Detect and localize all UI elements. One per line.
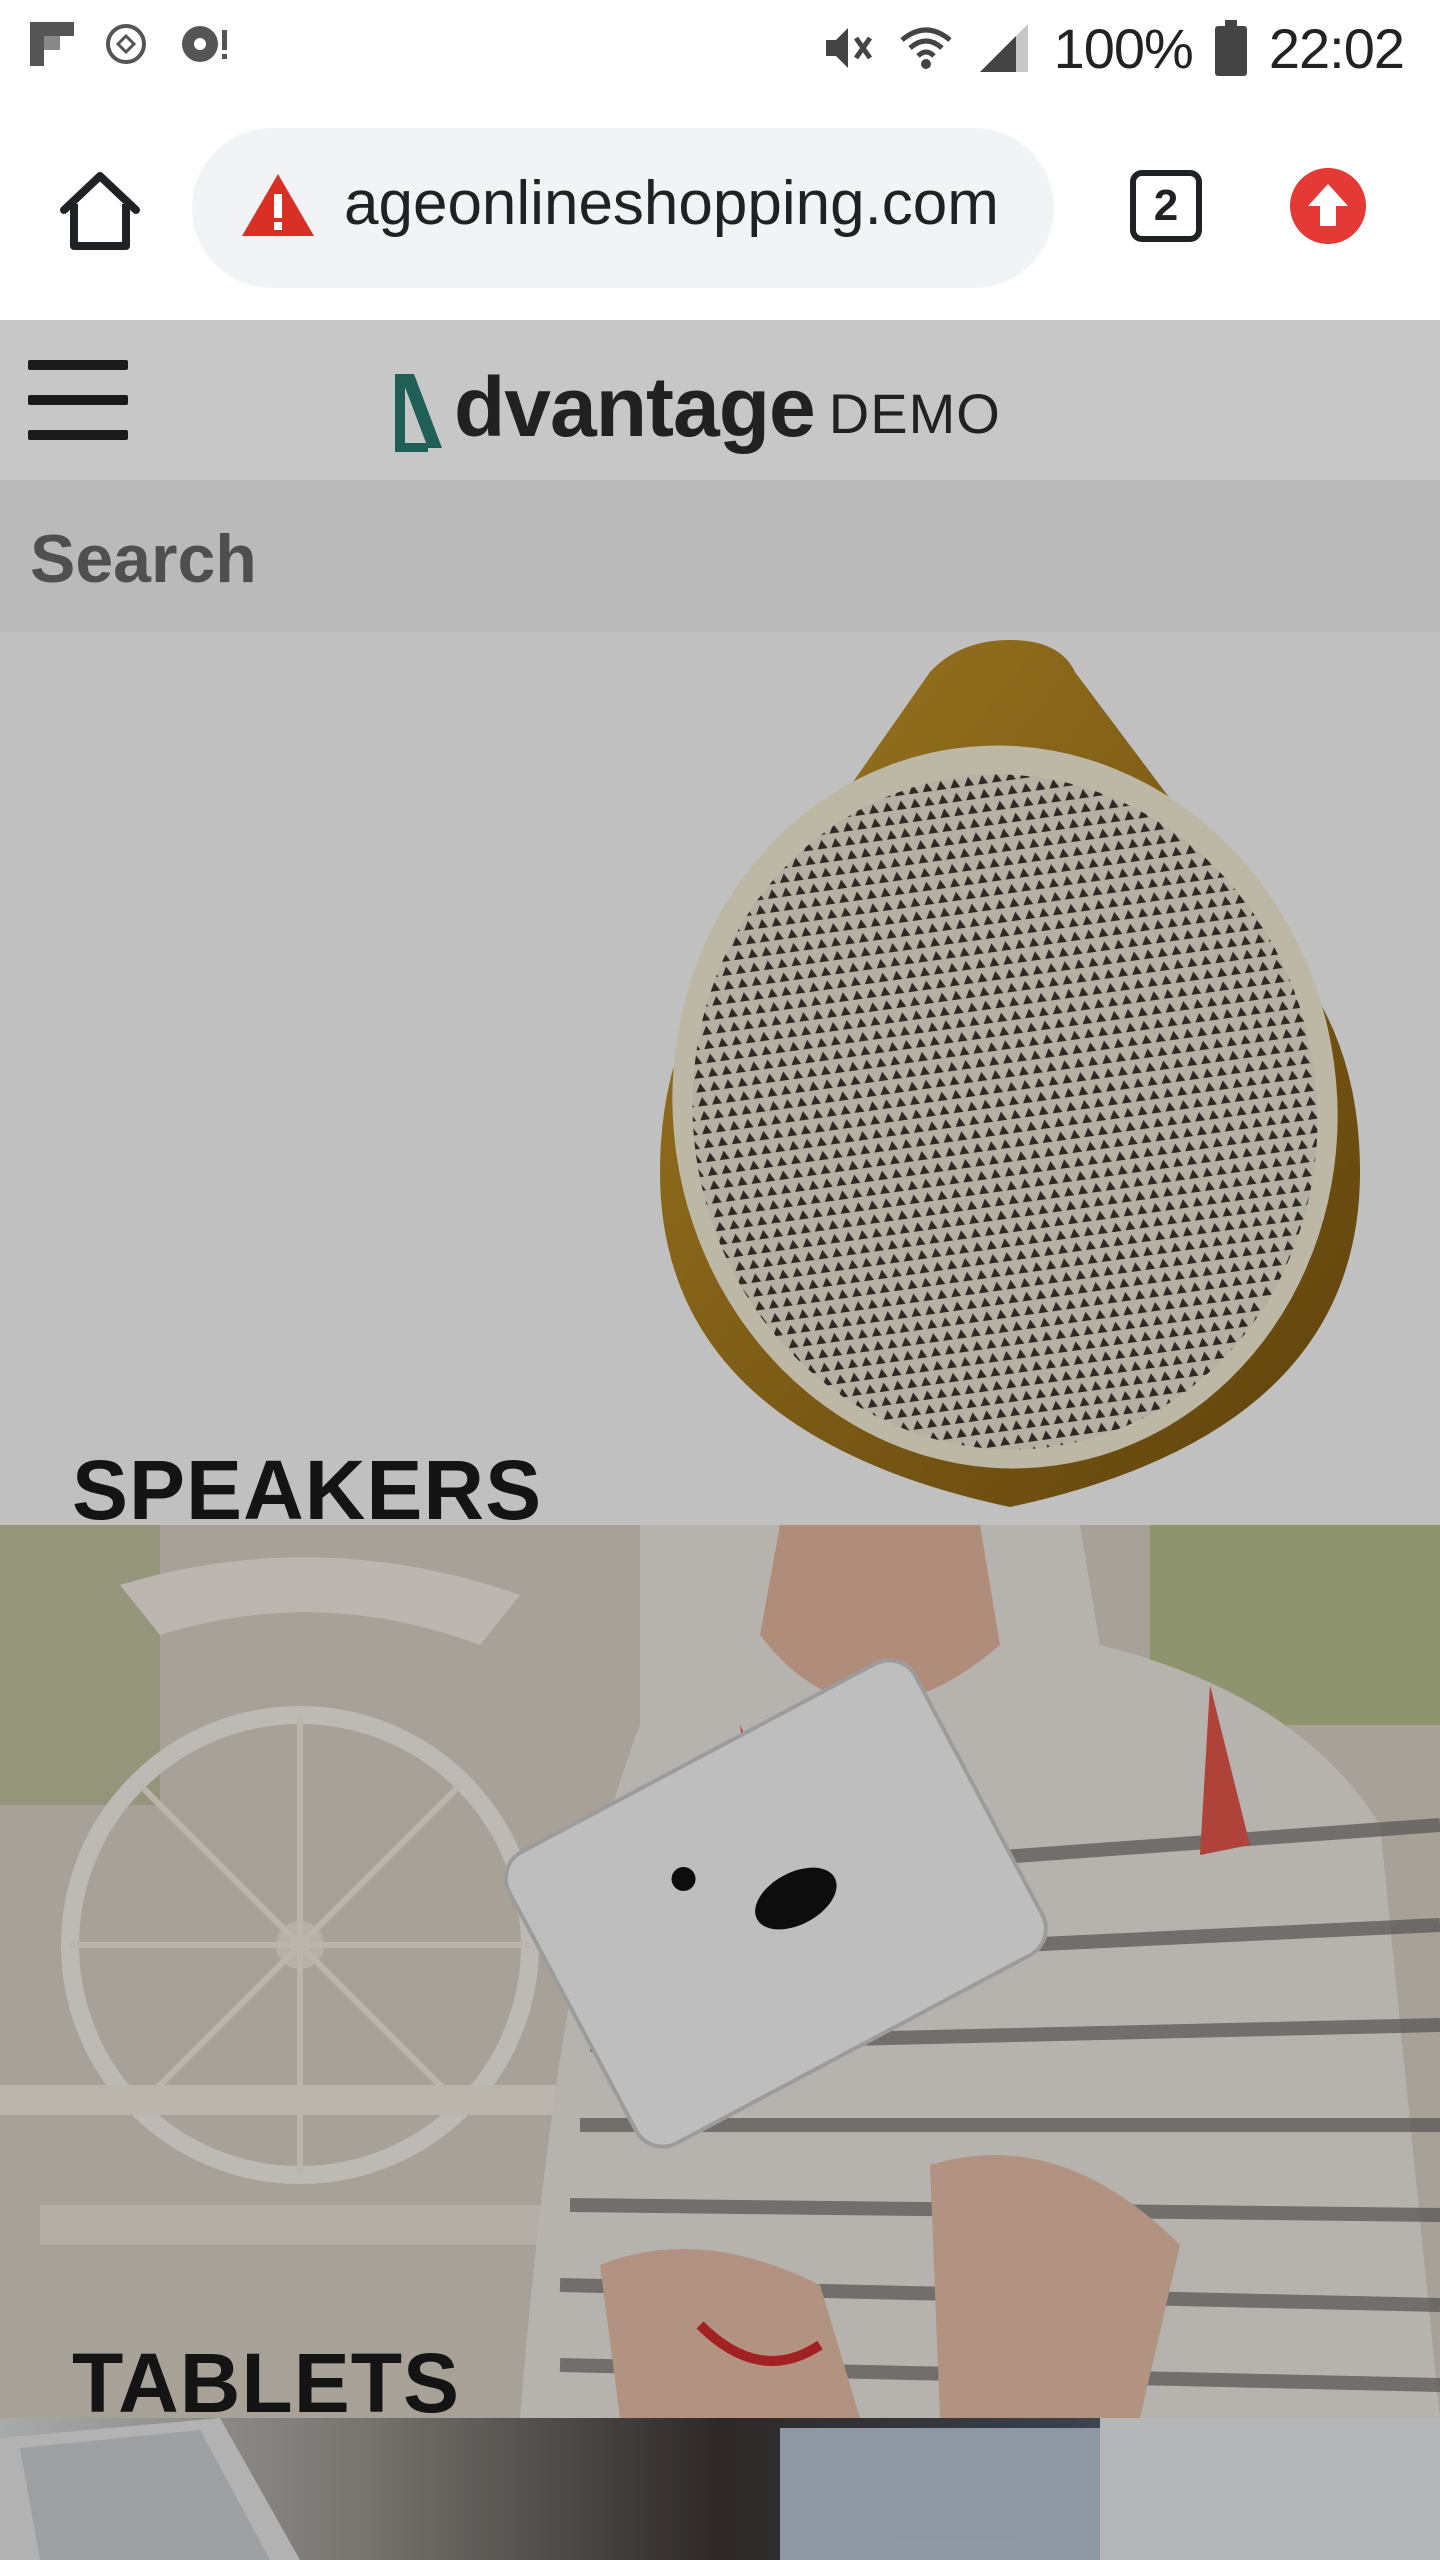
logo-word: dvantage	[454, 360, 816, 454]
media-notification-icon	[182, 26, 227, 62]
category-tablets[interactable]: TABLETS	[0, 1525, 1440, 2418]
logo-a-mark	[395, 374, 442, 452]
battery-percent: 100%	[1053, 16, 1194, 80]
laptop-image	[0, 2418, 1440, 2560]
home-icon[interactable]	[52, 162, 148, 258]
not-secure-warning-icon[interactable]	[240, 170, 316, 240]
category-speakers[interactable]: SPEAKERS	[0, 632, 1440, 1525]
flipboard-icon	[30, 22, 74, 66]
tab-count: 2	[1153, 181, 1179, 230]
arrow-up-icon	[1308, 184, 1348, 226]
tab-switcher-button[interactable]: 2	[1130, 170, 1202, 242]
hamburger-menu-icon[interactable]	[28, 360, 128, 440]
update-chrome-button[interactable]	[1290, 168, 1366, 244]
url-text[interactable]: ageonlineshopping.com	[344, 168, 999, 239]
category-title: TABLETS	[72, 2336, 461, 2418]
search-bar[interactable]: Search	[0, 480, 1440, 632]
app-notification-icon	[106, 24, 146, 64]
status-bar: 100% 22:02	[0, 0, 1440, 96]
system-status: 100% 22:02	[820, 16, 1405, 80]
notification-icons	[30, 22, 234, 66]
mute-icon	[825, 28, 872, 68]
search-placeholder: Search	[30, 521, 257, 597]
battery-icon	[1214, 20, 1247, 76]
advantage-logo[interactable]: dvantage DEMO	[392, 356, 1001, 452]
wifi-icon	[900, 27, 952, 69]
browser-toolbar: ageonlineshopping.com 2	[0, 96, 1440, 320]
tablet-lifestyle-image	[0, 1525, 1440, 2418]
site-header: dvantage DEMO	[0, 320, 1440, 480]
web-page: dvantage DEMO Search SPEAKERS TABLETS	[0, 320, 1440, 2560]
address-bar[interactable]: ageonlineshopping.com	[192, 128, 1054, 288]
clock: 22:02	[1268, 16, 1405, 80]
logo-demo: DEMO	[828, 382, 1001, 445]
category-laptops-partial[interactable]	[0, 2418, 1440, 2560]
category-title: SPEAKERS	[72, 1443, 543, 1525]
signal-icon	[979, 24, 1028, 72]
speaker-image	[660, 640, 1360, 1507]
